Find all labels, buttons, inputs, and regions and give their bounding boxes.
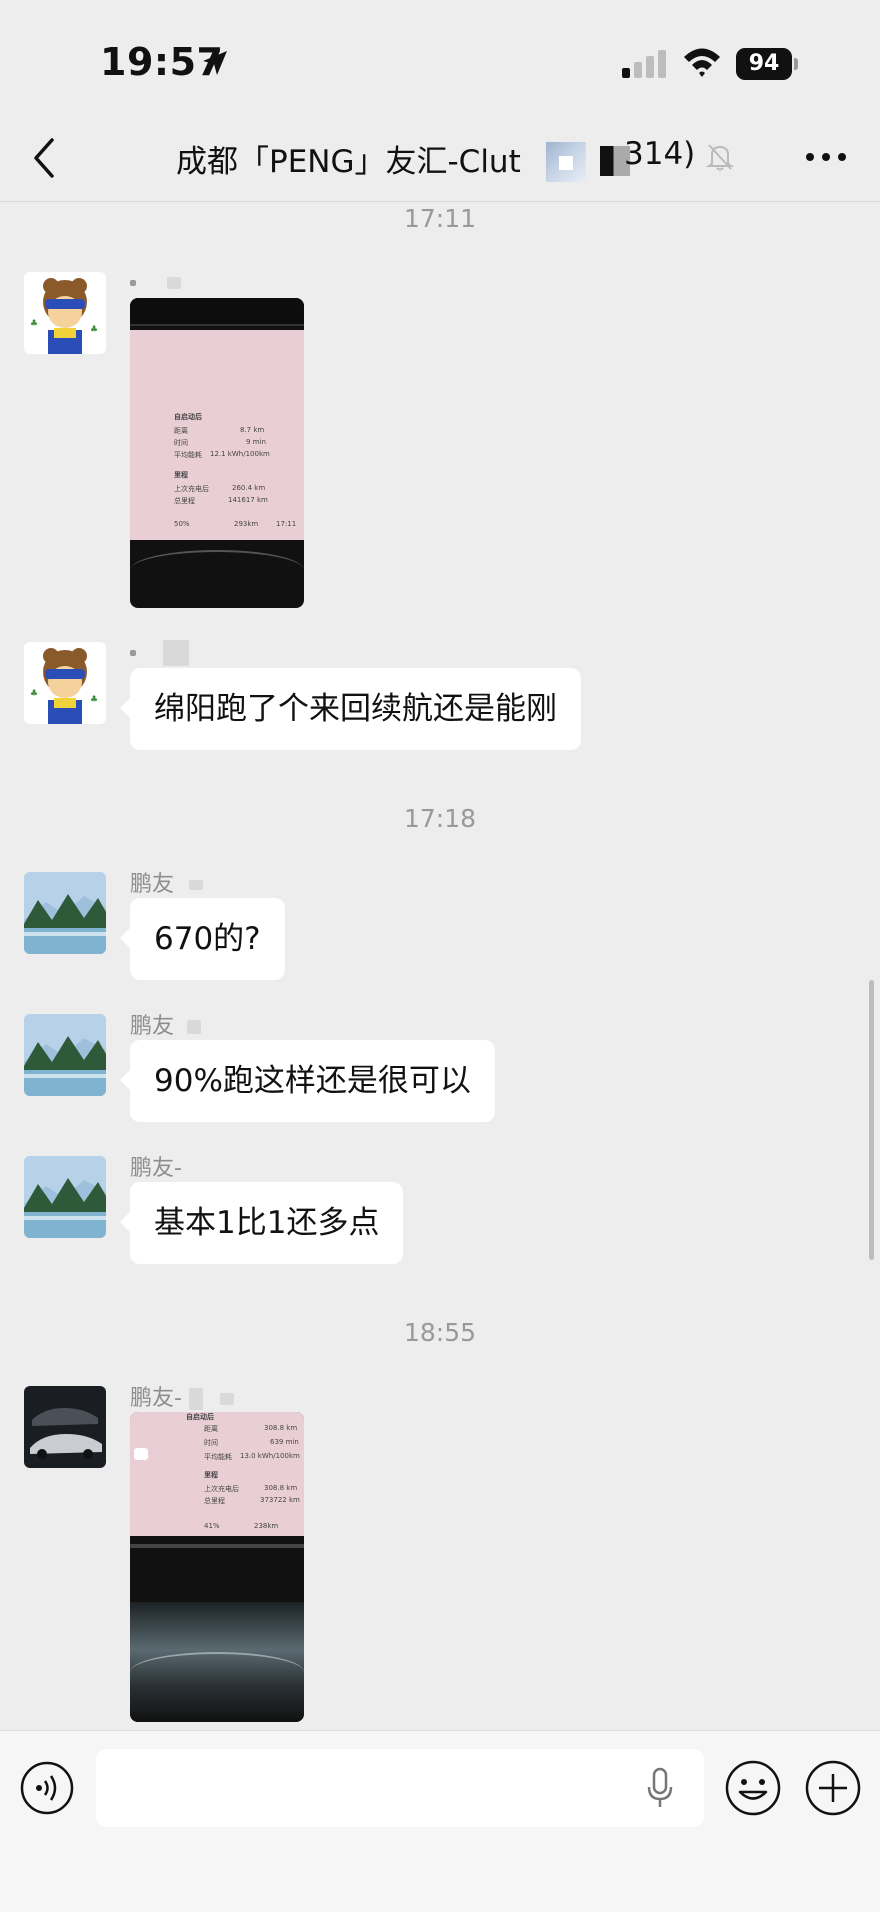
- plus-icon[interactable]: [804, 1759, 862, 1817]
- timestamp: 17:11: [403, 204, 477, 233]
- cellular-signal-icon: [622, 50, 666, 78]
- battery-indicator: 94: [736, 48, 798, 80]
- message-input[interactable]: [96, 1749, 704, 1827]
- chat-header: 成都「PENG」友汇-Clut 314): [0, 112, 880, 202]
- status-bar: 19:57 94: [0, 0, 880, 120]
- message-bubble[interactable]: 绵阳跑了个来回续航还是能刚: [120, 668, 581, 750]
- ellipsis-icon[interactable]: [804, 150, 848, 164]
- avatar[interactable]: [24, 872, 106, 954]
- scrollbar[interactable]: [869, 980, 874, 1260]
- chevron-left-icon[interactable]: [26, 136, 62, 180]
- sender-name: [130, 270, 181, 295]
- dashboard-screen: 自启动后 距离 8.7 km 时间 9 min 平均能耗 12.1 kWh/10…: [130, 330, 304, 540]
- message-bubble[interactable]: 基本1比1还多点: [119, 1182, 404, 1264]
- microphone-icon[interactable]: [646, 1767, 674, 1809]
- sender-name: [130, 640, 189, 666]
- avatar[interactable]: ♣ ♣: [24, 272, 106, 354]
- image-message[interactable]: 自启动后 距离 8.7 km 时间 9 min 平均能耗 12.1 kWh/10…: [130, 298, 304, 608]
- svg-text:♣: ♣: [30, 319, 38, 329]
- wifi-icon: [684, 48, 720, 77]
- sender-name: 鹏友-: [130, 1380, 234, 1412]
- svg-text:♣: ♣: [30, 689, 38, 699]
- timestamp: 18:55: [403, 1318, 477, 1347]
- bell-slash-icon: [706, 144, 734, 171]
- screen-section: 自启动后: [174, 413, 202, 421]
- battery-level: 94: [736, 48, 792, 80]
- chat-title[interactable]: 成都「PENG」友汇-Clut: [176, 136, 521, 181]
- timestamp: 17:18: [403, 804, 477, 833]
- avatar[interactable]: [24, 1156, 106, 1238]
- avatar[interactable]: ♣ ♣: [24, 642, 106, 724]
- svg-text:♣: ♣: [90, 325, 98, 335]
- sender-name: 鹏友: [130, 866, 204, 898]
- image-message[interactable]: 自启动后 距离 308.8 km 时间 639 min 平均能耗 13.0 kW…: [130, 1412, 304, 1722]
- dashboard-screen: 自启动后 距离 308.8 km 时间 639 min 平均能耗 13.0 kW…: [130, 1412, 304, 1536]
- sender-name: 鹏友-: [130, 1156, 182, 1181]
- avatar[interactable]: [24, 1386, 106, 1468]
- avatar[interactable]: [24, 1014, 106, 1096]
- location-arrow-icon: [203, 51, 227, 75]
- member-count: 314): [624, 136, 696, 172]
- voice-mode-icon[interactable]: [20, 1761, 74, 1815]
- emoji-icon[interactable]: [724, 1759, 782, 1817]
- sender-name: 鹏友: [130, 1008, 202, 1040]
- message-bubble[interactable]: 90%跑这样还是很可以: [120, 1040, 495, 1122]
- svg-text:♣: ♣: [90, 695, 98, 705]
- message-bubble[interactable]: 670的?: [120, 898, 285, 980]
- input-bar: [0, 1730, 880, 1912]
- redacted-mosaic: [546, 142, 586, 182]
